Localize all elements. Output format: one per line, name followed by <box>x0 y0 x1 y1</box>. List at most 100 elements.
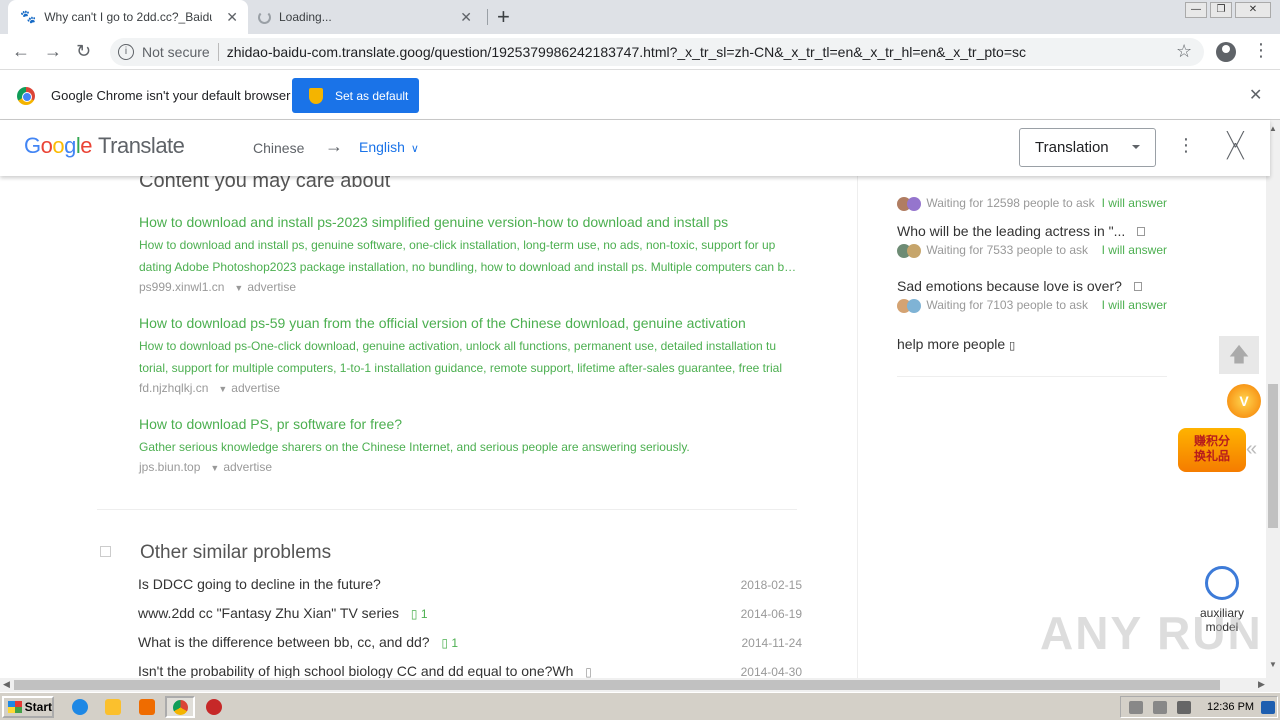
new-tab-button[interactable]: + <box>497 4 510 30</box>
folder-icon[interactable] <box>105 699 121 715</box>
url-text[interactable]: zhidao-baidu-com.translate.goog/question… <box>227 44 1026 60</box>
ad-title[interactable]: How to download ps-59 yuan from the offi… <box>139 315 799 331</box>
sidebar-question[interactable]: Waiting for 12598 people to ask I will a… <box>897 192 1167 212</box>
question-title[interactable]: Who will be the leading actress in "... <box>897 223 1167 239</box>
chrome-taskbar-button[interactable] <box>165 696 195 718</box>
tab-loading[interactable]: Loading... ✕ <box>248 0 488 34</box>
scroll-thumb[interactable] <box>14 680 1220 690</box>
scroll-right-icon: ▶ <box>1258 679 1265 689</box>
anyrun-watermark: ANY RUN <box>1040 607 1263 659</box>
section-heading-partial: Content you may care about <box>139 176 391 192</box>
maximize-button[interactable]: ❐ <box>1210 2 1232 18</box>
security-label: Not secure <box>142 44 210 60</box>
similar-question-row[interactable]: www.2dd cc "Fantasy Zhu Xian" TV series … <box>138 605 808 621</box>
forward-icon[interactable]: → <box>44 41 62 62</box>
window-close-button[interactable]: ✕ <box>1235 2 1271 18</box>
section-icon <box>100 546 111 557</box>
horizontal-scrollbar[interactable]: ◀ ▶ <box>0 678 1280 692</box>
minimize-button[interactable]: — <box>1185 2 1207 18</box>
start-button[interactable]: Start <box>2 696 54 718</box>
ad-item[interactable]: How to download PS, pr software for free… <box>139 416 799 474</box>
ad-title[interactable]: How to download PS, pr software for free… <box>139 416 799 432</box>
more-menu-icon[interactable]: ⋮ <box>1252 40 1270 61</box>
tab-strip: 🐾 Why can't I go to 2dd.cc?_Baidu Knows … <box>0 0 1280 34</box>
ie-icon[interactable] <box>72 699 88 715</box>
similar-question-row[interactable]: Isn't the probability of high school bio… <box>138 663 808 678</box>
tab-baidu[interactable]: 🐾 Why can't I go to 2dd.cc?_Baidu Knows … <box>8 0 248 34</box>
question-title[interactable]: Sad emotions because love is over? <box>897 278 1167 294</box>
ad-item[interactable]: How to download ps-59 yuan from the offi… <box>139 315 799 395</box>
avatar-group <box>897 243 923 258</box>
browser-toolbar: ← → ↻ i Not secure zhidao-baidu-com.tran… <box>0 34 1280 70</box>
more-options-icon[interactable]: ⋮ <box>1177 135 1195 156</box>
stop-icon[interactable] <box>206 699 222 715</box>
sidebar-question[interactable]: Sad emotions because love is over? Waiti… <box>897 278 1167 314</box>
box-icon: ▯ <box>1009 340 1016 352</box>
address-bar[interactable]: i Not secure zhidao-baidu-com.translate.… <box>110 38 1204 66</box>
mode-label: Translation <box>1035 139 1109 156</box>
target-language-dropdown[interactable]: English ∨ <box>359 139 419 155</box>
similar-question-row[interactable]: What is the difference between bb, cc, a… <box>138 634 808 650</box>
vertical-scrollbar[interactable]: ▲ ▼ <box>1266 120 1280 678</box>
help-more-people-link[interactable]: help more people ▯ <box>897 336 1015 352</box>
collapse-icon[interactable]: ╲╱ ╱╲ <box>1227 132 1244 158</box>
reload-icon[interactable]: ↻ <box>76 41 91 62</box>
translation-mode-select[interactable]: Translation <box>1019 128 1156 167</box>
translate-bar: Google Translate Chinese → English ∨ Trans… <box>0 120 1270 176</box>
source-language[interactable]: Chinese <box>253 140 304 156</box>
windows-taskbar: Start 12:36 PM <box>0 692 1280 720</box>
screen: 🐾 Why can't I go to 2dd.cc?_Baidu Knows … <box>0 0 1280 720</box>
network-icon[interactable] <box>1153 701 1167 714</box>
triangle-down-icon: ▼ <box>210 463 220 473</box>
spinner-icon <box>258 10 271 24</box>
close-icon[interactable]: ✕ <box>460 9 472 26</box>
desktop-icon[interactable] <box>1261 701 1275 714</box>
answer-link[interactable]: I will answer <box>1102 196 1167 210</box>
vip-badge-icon[interactable]: V <box>1227 384 1261 418</box>
reward-banner[interactable]: 赚积分 换礼品 <box>1178 428 1246 472</box>
question-link[interactable]: Is DDCC going to decline in the future? <box>138 576 381 592</box>
infobar-close-icon[interactable]: ✕ <box>1249 85 1262 105</box>
answer-count: ▯ 1 <box>410 607 428 621</box>
divider <box>897 376 1167 377</box>
question-link[interactable]: www.2dd cc "Fantasy Zhu Xian" TV series <box>138 605 399 621</box>
ad-title[interactable]: How to download and install ps-2023 simp… <box>139 214 799 230</box>
answer-link[interactable]: I will answer <box>1102 298 1167 312</box>
scroll-up-icon: ▲ <box>1269 124 1277 133</box>
ad-description: How to download ps-One-click download, g… <box>139 339 782 375</box>
question-link[interactable]: Isn't the probability of high school bio… <box>138 663 573 678</box>
ad-description: Gather serious knowledge sharers on the … <box>139 440 690 454</box>
question-date: 2018-02-15 <box>740 578 802 592</box>
bookmark-star-icon[interactable]: ☆ <box>1176 41 1192 62</box>
flag-icon[interactable] <box>1177 701 1191 714</box>
sidebar-question[interactable]: Who will be the leading actress in "... … <box>897 223 1167 259</box>
question-meta: Waiting for 12598 people to ask I will a… <box>897 196 1167 212</box>
close-icon[interactable]: ✕ <box>226 9 238 26</box>
chrome-icon <box>17 87 35 105</box>
volume-icon[interactable] <box>1129 701 1143 714</box>
google-translate-logo: Google Translate <box>24 133 185 158</box>
default-browser-infobar: Google Chrome isn't your default browser… <box>0 70 1280 120</box>
similar-question-row[interactable]: Is DDCC going to decline in the future? … <box>138 576 808 592</box>
column-divider <box>857 176 858 678</box>
media-player-icon[interactable] <box>139 699 155 715</box>
back-to-top-button[interactable]: 🡅 <box>1219 336 1259 374</box>
answer-link[interactable]: I will answer <box>1102 243 1167 257</box>
box-icon <box>1133 282 1142 291</box>
answer-count: ▯ 1 <box>441 636 459 650</box>
info-icon[interactable]: i <box>118 44 134 60</box>
triangle-down-icon: ▼ <box>218 384 228 394</box>
question-link[interactable]: What is the difference between bb, cc, a… <box>138 634 430 650</box>
clock[interactable]: 12:36 PM <box>1207 701 1254 713</box>
set-default-button[interactable]: Set as default <box>292 78 419 113</box>
back-icon[interactable]: ← <box>12 41 30 62</box>
ad-item[interactable]: How to download and install ps-2023 simp… <box>139 214 799 294</box>
ad-description: How to download and install ps, genuine … <box>139 238 799 274</box>
scroll-thumb[interactable] <box>1268 384 1278 528</box>
double-chevron-left-icon[interactable]: « <box>1246 438 1257 461</box>
account-icon[interactable] <box>1216 42 1236 62</box>
triangle-down-icon: ▼ <box>234 283 244 293</box>
avatar-group <box>897 196 923 211</box>
windows-logo-icon <box>8 701 22 713</box>
question-date: 2014-11-24 <box>741 636 803 650</box>
